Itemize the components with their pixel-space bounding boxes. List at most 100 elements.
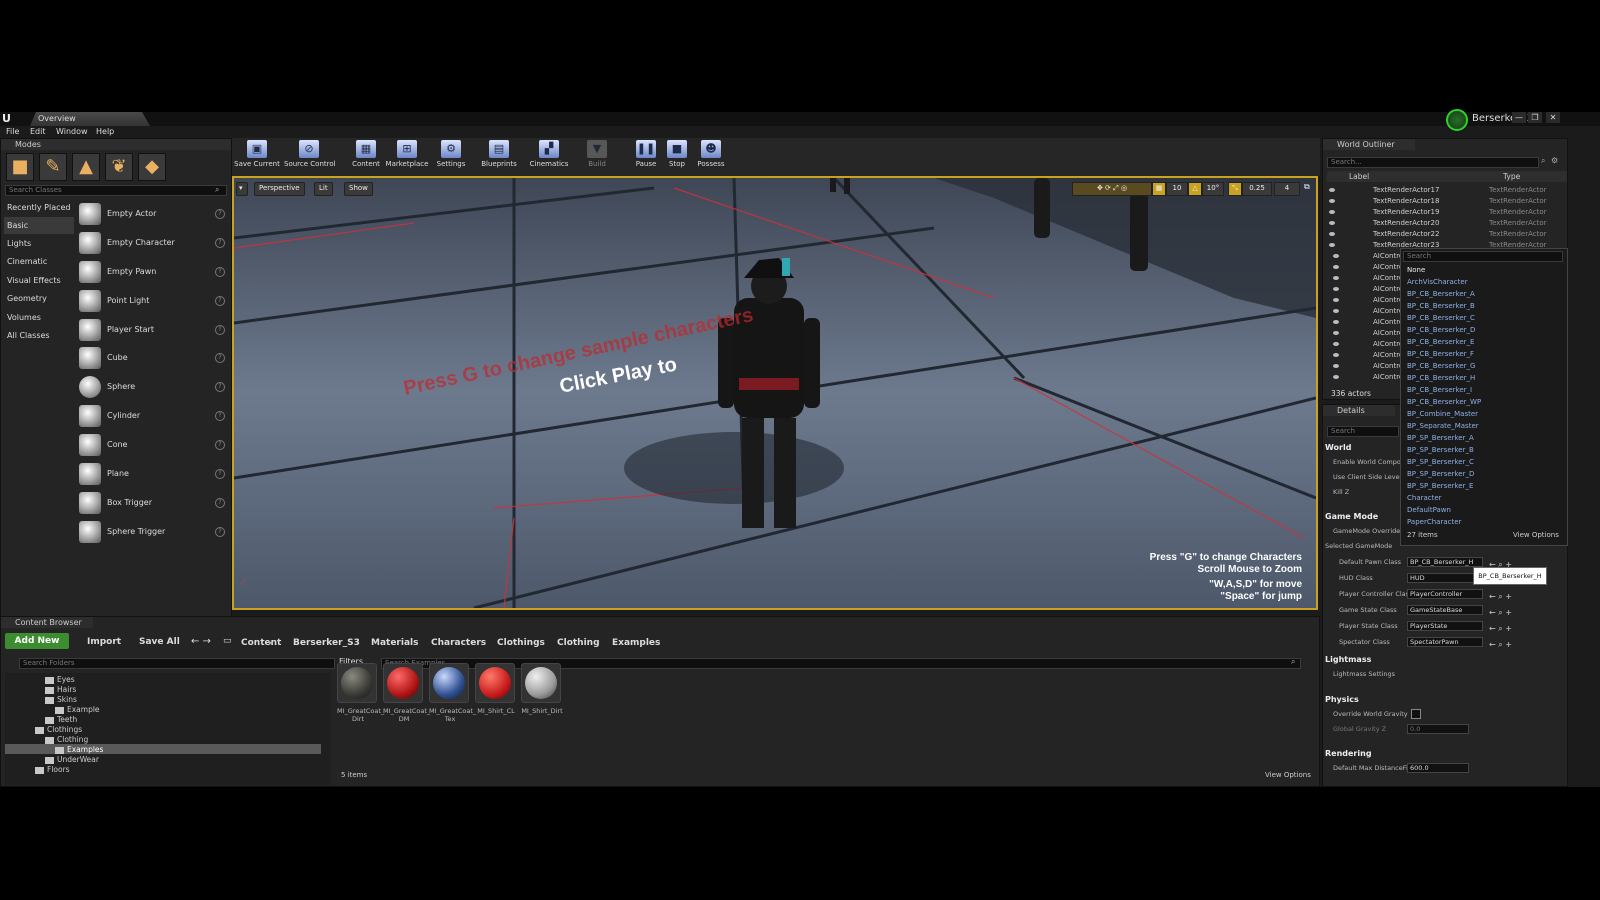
- tree-folder[interactable]: Skins: [45, 695, 77, 704]
- level-tab[interactable]: Overview: [30, 112, 150, 126]
- section-lightmass[interactable]: Lightmass: [1325, 655, 1371, 664]
- marketplace-button[interactable]: ⊞ Marketplace: [382, 140, 432, 174]
- outliner-row[interactable]: TextRenderActor17 TextRenderActor: [1327, 185, 1567, 196]
- visibility-eye-icon[interactable]: [1333, 265, 1339, 269]
- outliner-search-input[interactable]: Search...: [1327, 157, 1539, 168]
- dropdown-item[interactable]: BP_CB_Berserker_I: [1407, 384, 1557, 396]
- rotation-snap-icon[interactable]: △: [1188, 182, 1202, 196]
- tree-folder[interactable]: Floors: [35, 765, 70, 774]
- grid-snap-icon[interactable]: ▦: [1152, 182, 1166, 196]
- breadcrumb-materials[interactable]: Materials: [371, 638, 418, 648]
- dropdown-item[interactable]: BP_CB_Berserker_E: [1407, 336, 1557, 348]
- history-nav-icons[interactable]: ← →: [191, 636, 211, 647]
- dropdown-item[interactable]: BP_CB_Berserker_C: [1407, 312, 1557, 324]
- outliner-row[interactable]: AIContro: [1331, 339, 1407, 350]
- paint-mode-icon[interactable]: ✎: [39, 153, 67, 181]
- help-icon[interactable]: ?: [215, 353, 225, 363]
- visibility-eye-icon[interactable]: [1333, 276, 1339, 280]
- place-item-sphere-trigger[interactable]: Sphere Trigger?: [79, 519, 229, 547]
- settings-button[interactable]: ⚙ Settings: [426, 140, 476, 174]
- visibility-eye-icon[interactable]: [1329, 199, 1335, 203]
- search-folders-input[interactable]: Search Folders: [19, 658, 335, 669]
- tree-folder-selected[interactable]: Examples: [55, 745, 103, 754]
- tree-folder[interactable]: Example: [55, 705, 100, 714]
- category-all-classes[interactable]: All Classes: [4, 327, 74, 344]
- dropdown-item[interactable]: BP_CB_Berserker_B: [1407, 300, 1557, 312]
- landscape-mode-icon[interactable]: ▲: [72, 153, 100, 181]
- asset-tile[interactable]: MI_GreatCoat_ Dirt: [337, 663, 384, 723]
- dropdown-item[interactable]: BP_Separate_Master: [1407, 420, 1557, 432]
- dropdown-item[interactable]: Character: [1407, 492, 1557, 504]
- dropdown-search-input[interactable]: Search: [1403, 251, 1563, 262]
- breadcrumb-characters[interactable]: Characters: [431, 638, 486, 648]
- asset-tile[interactable]: MI_Shirt_CL: [475, 663, 517, 715]
- outliner-row[interactable]: AIContro: [1331, 273, 1407, 284]
- place-mode-icon[interactable]: ■: [6, 153, 34, 181]
- help-icon[interactable]: ?: [215, 325, 225, 335]
- help-icon[interactable]: ?: [215, 238, 225, 248]
- menu-file[interactable]: File: [6, 126, 19, 138]
- dropdown-item[interactable]: BP_SP_Berserker_D: [1407, 468, 1557, 480]
- tree-folder[interactable]: UnderWear: [45, 755, 99, 764]
- content-view-options[interactable]: View Options: [1265, 771, 1311, 779]
- spectator-class-combo[interactable]: SpectatorPawn: [1407, 637, 1483, 647]
- visibility-eye-icon[interactable]: [1333, 320, 1339, 324]
- camera-speed-value[interactable]: 4: [1274, 182, 1300, 196]
- outliner-row[interactable]: AIContro: [1331, 317, 1407, 328]
- place-item-cone[interactable]: Cone?: [79, 432, 229, 460]
- menu-help[interactable]: Help: [96, 126, 114, 138]
- max-distance-input[interactable]: 600.0: [1407, 763, 1469, 773]
- outliner-row[interactable]: TextRenderActor18 TextRenderActor: [1327, 196, 1567, 207]
- category-lights[interactable]: Lights: [4, 235, 74, 252]
- add-new-button[interactable]: Add New: [5, 633, 69, 649]
- scale-snap-value[interactable]: 0.25: [1242, 182, 1272, 196]
- perspective-button[interactable]: Perspective: [254, 182, 305, 196]
- visibility-eye-icon[interactable]: [1329, 243, 1335, 247]
- lit-button[interactable]: Lit: [314, 182, 333, 196]
- place-item-empty-character[interactable]: Empty Character?: [79, 230, 229, 258]
- dropdown-item[interactable]: BP_Combine_Master: [1407, 408, 1557, 420]
- global-gravity-input[interactable]: 0.0: [1407, 724, 1469, 734]
- dropdown-item[interactable]: BP_CB_Berserker_F: [1407, 348, 1557, 360]
- maximize-viewport-icon[interactable]: ⧉: [1304, 182, 1310, 192]
- visibility-eye-icon[interactable]: [1333, 375, 1339, 379]
- dropdown-item[interactable]: DefaultPawn: [1407, 504, 1557, 516]
- dropdown-item[interactable]: BP_CB_Berserker_A: [1407, 288, 1557, 300]
- maximize-button[interactable]: ❐: [1528, 112, 1542, 123]
- tree-folder[interactable]: Teeth: [45, 715, 77, 724]
- dropdown-item[interactable]: BP_CB_Berserker_H: [1407, 372, 1557, 384]
- cinematics-button[interactable]: ▞ Cinematics: [524, 140, 574, 174]
- visibility-eye-icon[interactable]: [1333, 298, 1339, 302]
- outliner-options-icon[interactable]: ⚙: [1551, 156, 1558, 165]
- save-all-button[interactable]: Save All: [139, 637, 180, 647]
- blueprints-button[interactable]: ▤ Blueprints: [474, 140, 524, 174]
- world-outliner-tab[interactable]: World Outliner: [1323, 139, 1415, 150]
- tree-folder[interactable]: Clothing: [45, 735, 88, 744]
- visibility-eye-icon[interactable]: [1329, 188, 1335, 192]
- visibility-eye-icon[interactable]: [1333, 309, 1339, 313]
- visibility-eye-icon[interactable]: [1333, 331, 1339, 335]
- place-item-plane[interactable]: Plane?: [79, 461, 229, 489]
- place-item-empty-pawn[interactable]: Empty Pawn?: [79, 259, 229, 287]
- outliner-row[interactable]: AIContro: [1331, 350, 1407, 361]
- modes-tab[interactable]: Modes: [1, 139, 231, 150]
- player-controller-class-combo[interactable]: PlayerController: [1407, 589, 1483, 599]
- details-tab[interactable]: Details: [1323, 405, 1395, 416]
- visibility-eye-icon[interactable]: [1333, 287, 1339, 291]
- help-icon[interactable]: ?: [215, 498, 225, 508]
- breadcrumb-content[interactable]: Content: [241, 638, 281, 648]
- breadcrumb-clothings[interactable]: Clothings: [497, 638, 545, 648]
- help-icon[interactable]: ?: [215, 411, 225, 421]
- place-item-point-light[interactable]: Point Light?: [79, 288, 229, 316]
- possess-button[interactable]: ☻ Possess: [686, 140, 736, 174]
- place-item-sphere[interactable]: Sphere?: [79, 374, 229, 402]
- outliner-row[interactable]: AIContro: [1331, 328, 1407, 339]
- viewport-options-icon[interactable]: ▾: [236, 182, 248, 196]
- dropdown-item[interactable]: BP_SP_Berserker_C: [1407, 456, 1557, 468]
- outliner-row[interactable]: TextRenderActor22 TextRenderActor: [1327, 229, 1567, 240]
- help-icon[interactable]: ?: [215, 296, 225, 306]
- asset-tile[interactable]: MI_GreatCoat_ Tex: [429, 663, 476, 723]
- visibility-eye-icon[interactable]: [1329, 221, 1335, 225]
- category-cinematic[interactable]: Cinematic: [4, 253, 74, 270]
- breadcrumb-berserker[interactable]: Berserker_S3: [293, 638, 360, 648]
